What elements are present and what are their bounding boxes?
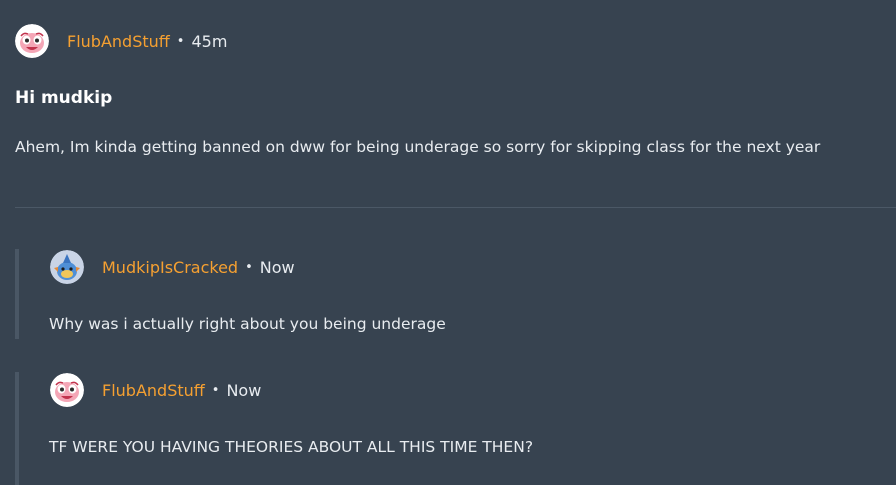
post-header: FlubAndStuff • 45m xyxy=(15,23,227,59)
reply-header: MudkipIsCracked • Now xyxy=(50,249,295,285)
separator-dot: • xyxy=(245,259,253,275)
reply-item: MudkipIsCracked • Now Why was i actually… xyxy=(15,249,875,339)
reply-thread-bar xyxy=(15,249,19,339)
mudkip-avatar-icon[interactable] xyxy=(50,250,84,284)
separator-dot: • xyxy=(176,33,185,49)
post-timestamp: 45m xyxy=(191,31,228,51)
reply-body: TF WERE YOU HAVING THEORIES ABOUT ALL TH… xyxy=(49,438,534,456)
pink-blob-avatar-icon[interactable] xyxy=(50,373,84,407)
reply-author-link[interactable]: MudkipIsCracked xyxy=(102,258,238,277)
post-body: Ahem, Im kinda getting banned on dww for… xyxy=(15,138,821,156)
reply-timestamp: Now xyxy=(226,380,262,400)
reply-item: FlubAndStuff • Now TF WERE YOU HAVING TH… xyxy=(15,372,875,485)
post-title: Hi mudkip xyxy=(15,88,113,108)
post-author-link[interactable]: FlubAndStuff xyxy=(67,32,170,51)
reply-body: Why was i actually right about you being… xyxy=(49,315,446,333)
reply-timestamp: Now xyxy=(259,257,295,277)
reply-header: FlubAndStuff • Now xyxy=(50,372,261,408)
pink-blob-avatar-icon[interactable] xyxy=(15,24,49,58)
reply-author-link[interactable]: FlubAndStuff xyxy=(102,381,205,400)
comment-thread: FlubAndStuff • 45m Hi mudkip Ahem, Im ki… xyxy=(0,0,896,485)
divider xyxy=(15,207,896,208)
reply-thread-bar xyxy=(15,372,19,485)
separator-dot: • xyxy=(211,382,220,398)
